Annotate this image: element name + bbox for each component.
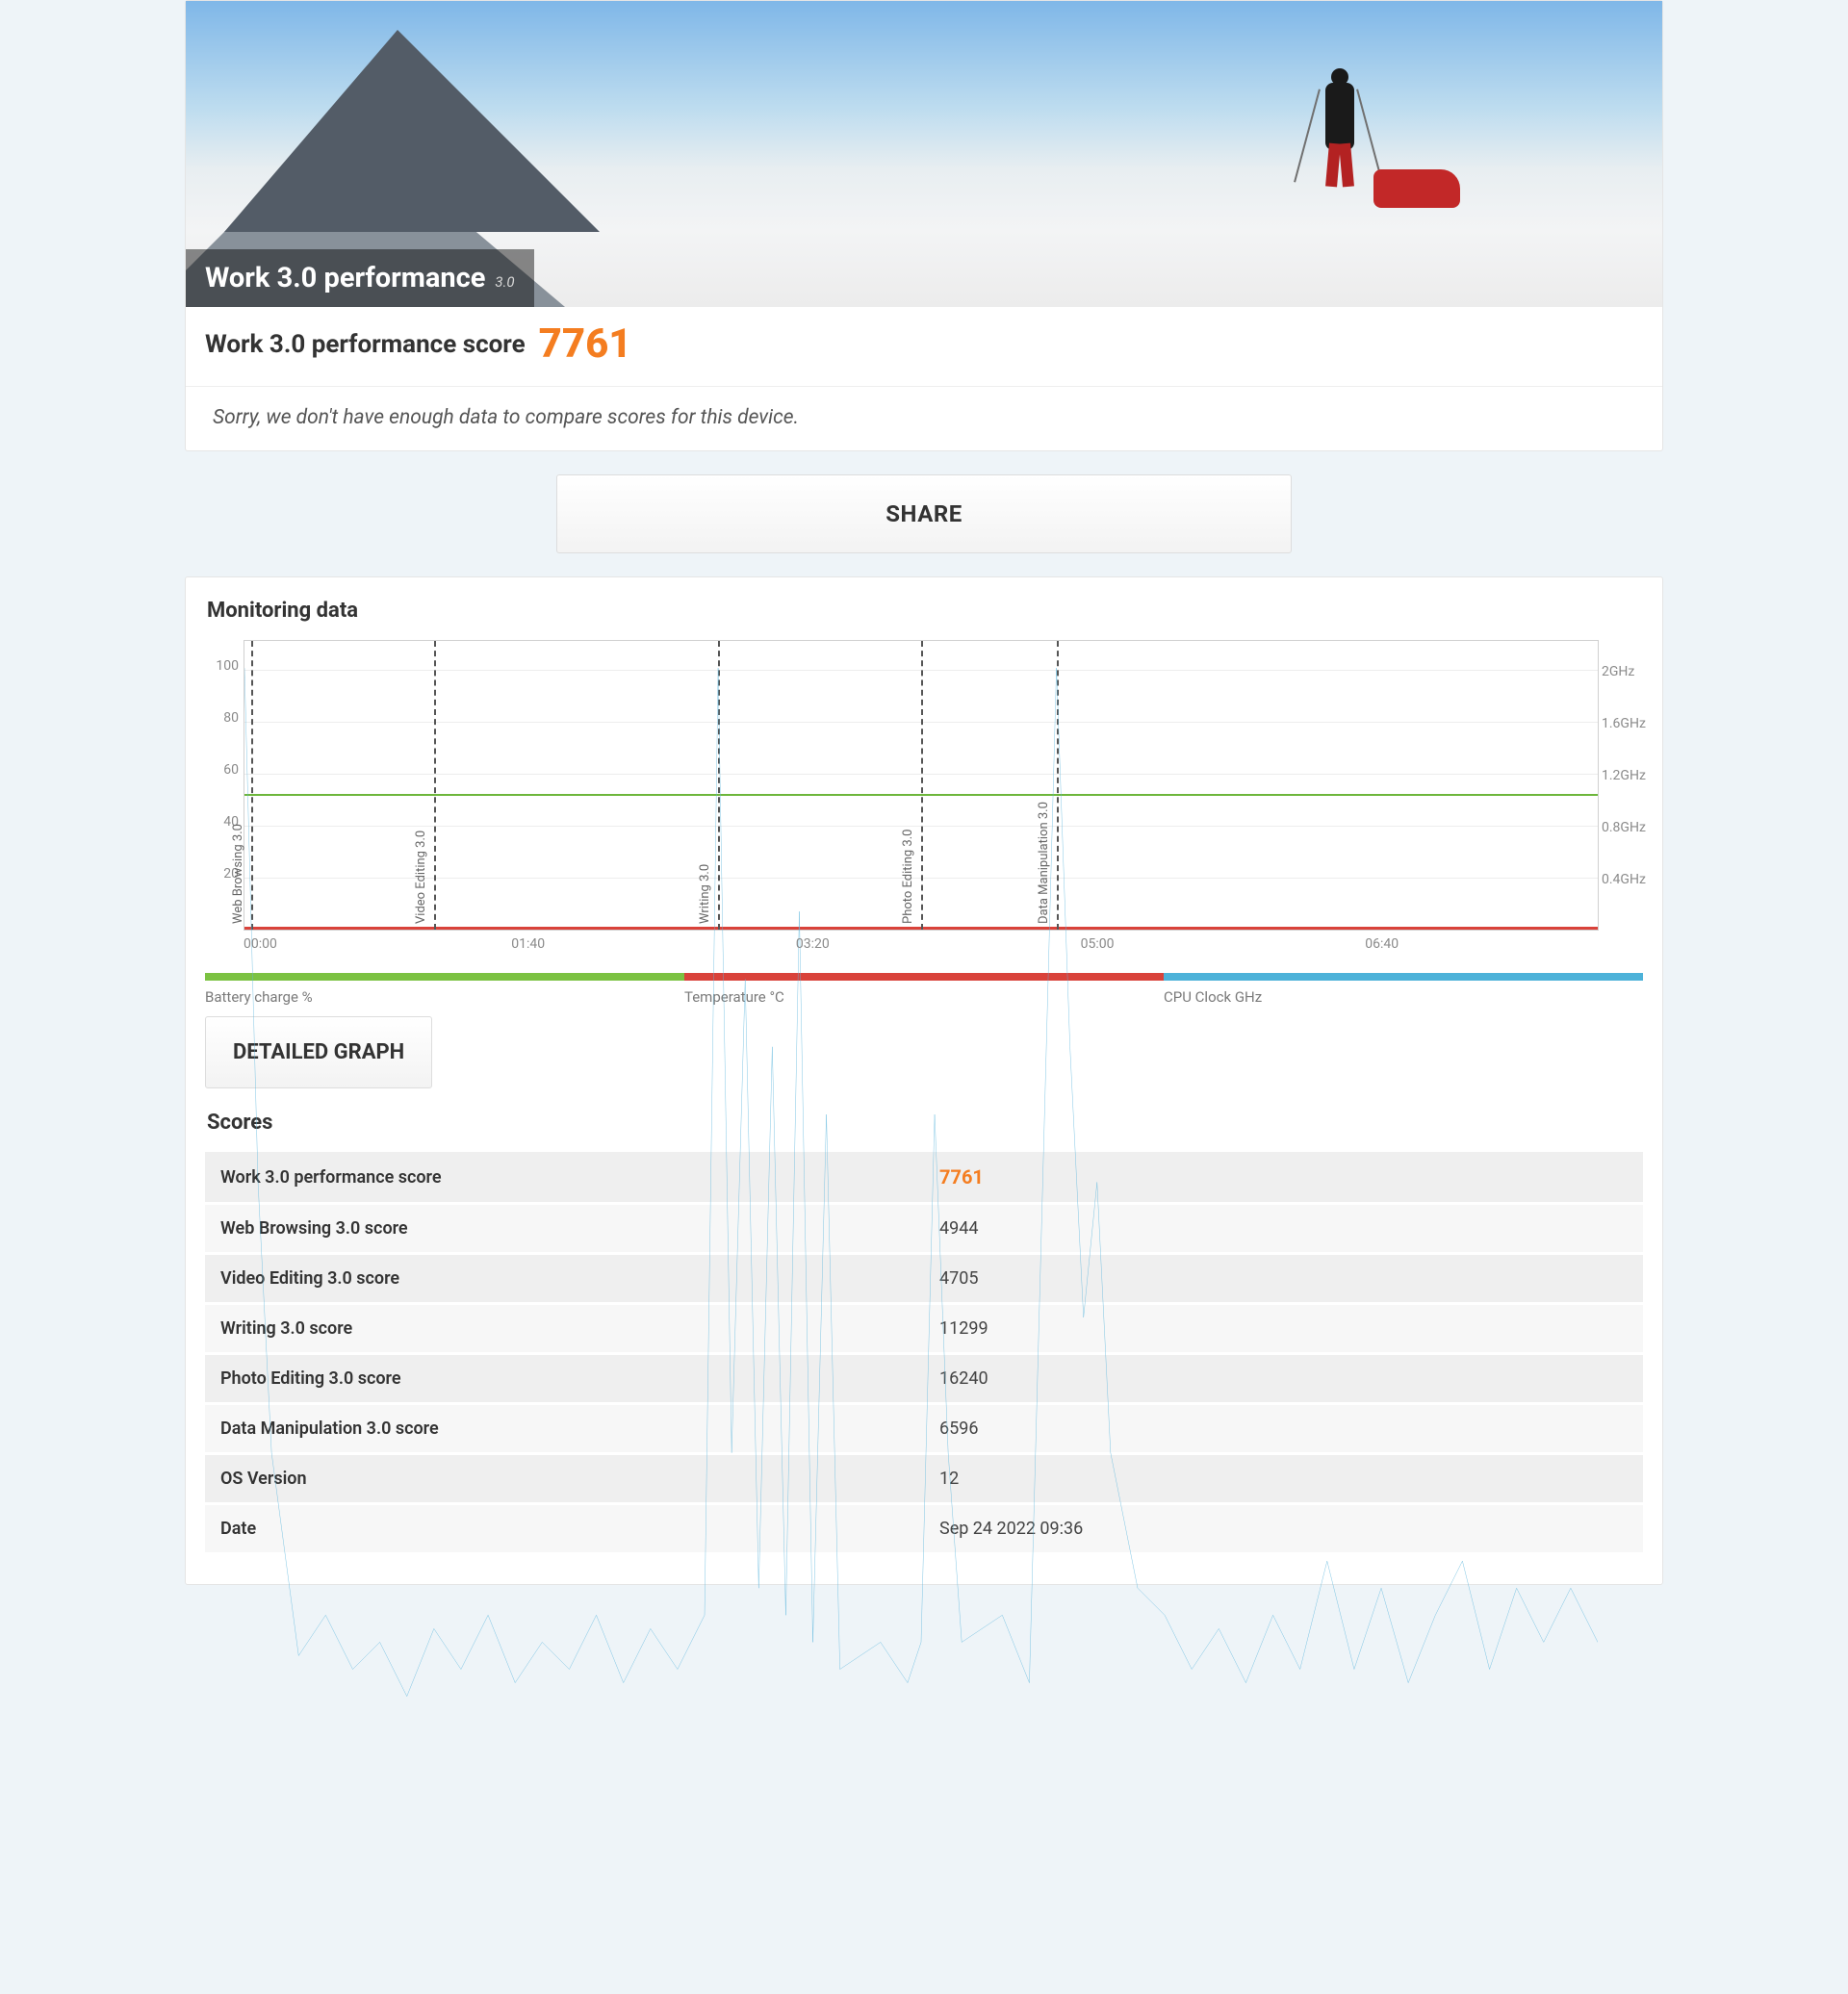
main-score-row: Work 3.0 performance score 7761 bbox=[186, 307, 1662, 386]
monitoring-chart: 100 80 60 40 20 2GHz 1.6GHz 1.2GHz 0.8GH… bbox=[244, 640, 1599, 931]
monitoring-card: Monitoring data 100 80 60 40 20 2GHz 1.6… bbox=[185, 576, 1663, 1585]
y-left-tick: 100 bbox=[212, 658, 239, 674]
y-right-tick: 2GHz bbox=[1602, 664, 1648, 679]
share-button[interactable]: SHARE bbox=[556, 474, 1292, 553]
y-right-tick: 0.8GHz bbox=[1602, 820, 1648, 835]
result-card: Work 3.0 performance 3.0 Work 3.0 perfor… bbox=[185, 0, 1663, 451]
x-axis: 00:00 01:40 03:20 05:00 06:40 bbox=[244, 936, 1599, 956]
hero-title: Work 3.0 performance 3.0 bbox=[186, 249, 534, 307]
phase-label: Web Browsing 3.0 bbox=[231, 824, 245, 924]
main-score-value: 7761 bbox=[539, 324, 632, 365]
y-right-tick: 1.2GHz bbox=[1602, 768, 1648, 783]
y-right-tick: 0.4GHz bbox=[1602, 872, 1648, 887]
x-tick: 01:40 bbox=[511, 936, 545, 952]
cpu-clock-series bbox=[244, 641, 1598, 1994]
y-right-tick: 1.6GHz bbox=[1602, 716, 1648, 731]
y-left-tick: 60 bbox=[212, 762, 239, 778]
benchmark-version: 3.0 bbox=[495, 273, 514, 291]
x-tick: 03:20 bbox=[796, 936, 830, 952]
benchmark-name: Work 3.0 performance bbox=[205, 262, 485, 294]
x-tick: 00:00 bbox=[244, 936, 277, 952]
no-compare-message: Sorry, we don't have enough data to comp… bbox=[186, 386, 1662, 450]
x-tick: 05:00 bbox=[1081, 936, 1115, 952]
x-tick: 06:40 bbox=[1365, 936, 1399, 952]
main-score-label: Work 3.0 performance score bbox=[205, 330, 526, 359]
y-left-tick: 80 bbox=[212, 710, 239, 726]
monitoring-title: Monitoring data bbox=[207, 599, 1643, 623]
hero-banner: Work 3.0 performance 3.0 bbox=[186, 1, 1662, 307]
